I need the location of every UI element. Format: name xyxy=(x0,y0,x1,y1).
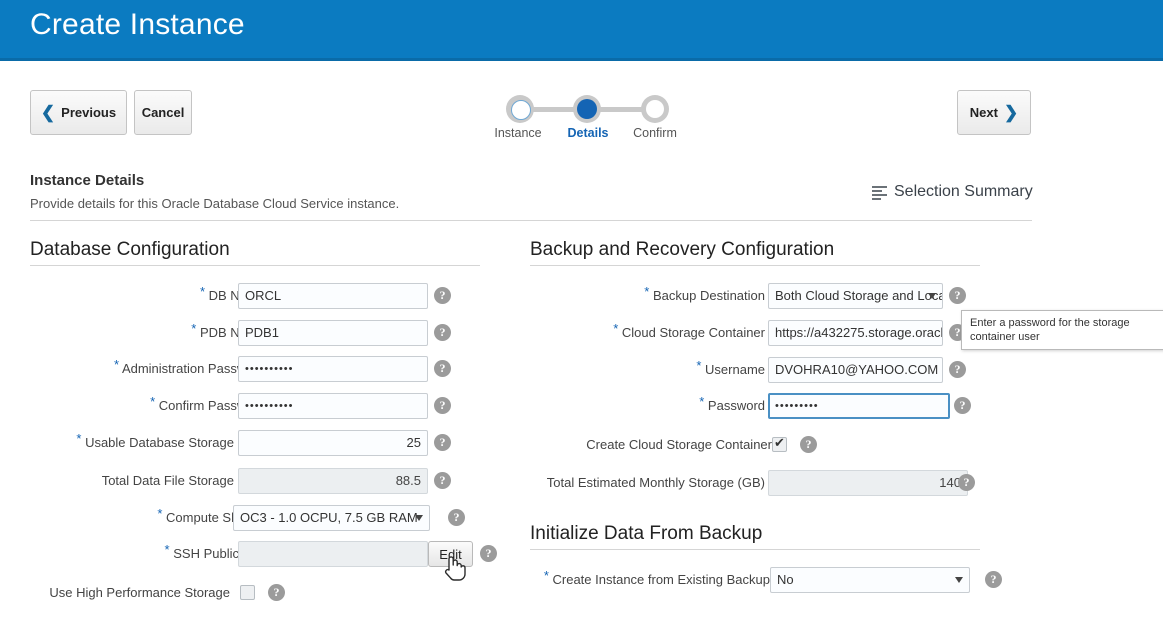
form-row-create-from-backup: * Create Instance from Existing Backup N… xyxy=(530,567,1002,593)
create-cloud-storage-container-label: Create Cloud Storage Container xyxy=(586,437,772,452)
initialize-data-heading: Initialize Data From Backup xyxy=(530,523,763,544)
cloud-storage-container-label: * Cloud Storage Container xyxy=(613,321,765,340)
total-estimated-monthly-storage-label: Total Estimated Monthly Storage (GB) xyxy=(546,475,765,490)
selection-summary-link[interactable]: Selection Summary xyxy=(872,183,1033,201)
form-row-create-cloud-storage-container: Create Cloud Storage Container ? xyxy=(530,432,830,458)
cancel-button-label: Cancel xyxy=(141,105,185,120)
storage-password-label: * Password xyxy=(699,394,765,413)
backup-destination-label: * Backup Destination xyxy=(644,284,765,303)
chevron-right-icon: ❯ xyxy=(1003,103,1019,122)
cloud-storage-container-input[interactable]: https://a432275.storage.oraclecl xyxy=(768,320,943,346)
instance-details-heading: Instance Details xyxy=(30,172,145,189)
storage-password-input[interactable]: ••••••••• xyxy=(768,393,950,419)
chevron-down-icon xyxy=(928,293,936,299)
previous-button[interactable]: ❮ Previous xyxy=(30,90,127,135)
password-tooltip: Enter a password for the storage contain… xyxy=(961,310,1163,350)
form-row-high-performance-storage: Use High Performance Storage ? xyxy=(30,580,290,606)
header-divider xyxy=(30,220,1032,221)
help-icon[interactable]: ? xyxy=(434,287,451,304)
backup-destination-value: Both Cloud Storage and Loca xyxy=(775,288,943,303)
page-title: Create Instance xyxy=(30,8,245,41)
instance-details-subtitle: Provide details for this Oracle Database… xyxy=(30,196,400,211)
backup-configuration-divider xyxy=(530,265,980,266)
help-icon[interactable]: ? xyxy=(480,545,497,562)
wizard-stepper: Instance Details Confirm xyxy=(494,90,685,140)
form-row-usable-storage: * Usable Database Storage (GB) 25 ? xyxy=(30,430,451,456)
database-configuration-heading: Database Configuration xyxy=(30,239,230,260)
usable-storage-input[interactable]: 25 xyxy=(238,430,428,456)
username-input[interactable]: DVOHRA10@YAHOO.COM xyxy=(768,357,943,383)
high-performance-storage-label: Use High Performance Storage xyxy=(49,585,230,600)
help-icon[interactable]: ? xyxy=(434,472,451,489)
confirm-password-input[interactable]: •••••••••• xyxy=(238,393,428,419)
db-name-input[interactable]: ORCL xyxy=(238,283,428,309)
form-row-cloud-storage-container: * Cloud Storage Container https://a43227… xyxy=(530,320,966,346)
chevron-left-icon: ❮ xyxy=(40,103,56,122)
form-row-pdb-name: * PDB Name PDB1 ? xyxy=(30,320,451,346)
summary-list-icon xyxy=(872,185,887,200)
create-cloud-storage-container-checkbox[interactable] xyxy=(772,435,787,452)
help-icon[interactable]: ? xyxy=(800,436,817,453)
chevron-down-icon xyxy=(415,515,423,521)
form-row-storage-password: * Password ••••••••• ? xyxy=(530,393,971,419)
stepper-label-instance[interactable]: Instance xyxy=(490,126,546,140)
total-data-file-storage-value: 88.5 xyxy=(238,468,428,494)
stepper-node-confirm[interactable] xyxy=(641,95,669,123)
help-icon[interactable]: ? xyxy=(268,584,285,601)
compute-shape-select[interactable]: OC3 - 1.0 OCPU, 7.5 GB RAM xyxy=(233,505,430,531)
help-icon[interactable]: ? xyxy=(958,474,975,491)
form-row-ssh-public-key: * SSH Public Key ? xyxy=(30,541,497,567)
form-row-admin-password: * Administration Password •••••••••• ? xyxy=(30,356,451,382)
form-row-confirm-password: * Confirm Password •••••••••• ? xyxy=(30,393,451,419)
help-icon[interactable]: ? xyxy=(448,509,465,526)
total-estimated-monthly-storage-value: 140 xyxy=(768,470,968,496)
form-row-db-name: * DB Name ORCL ? xyxy=(30,283,451,309)
backup-configuration-heading: Backup and Recovery Configuration xyxy=(530,239,835,260)
admin-password-input[interactable]: •••••••••• xyxy=(238,356,428,382)
previous-button-label: Previous xyxy=(61,105,117,120)
database-configuration-divider xyxy=(30,265,480,266)
form-row-compute-shape: * Compute Shape OC3 - 1.0 OCPU, 7.5 GB R… xyxy=(30,505,465,531)
compute-shape-value: OC3 - 1.0 OCPU, 7.5 GB RAM xyxy=(240,510,418,525)
stepper-label-confirm[interactable]: Confirm xyxy=(627,126,683,140)
selection-summary-label: Selection Summary xyxy=(894,183,1033,200)
help-icon[interactable]: ? xyxy=(434,434,451,451)
help-icon[interactable]: ? xyxy=(949,287,966,304)
create-from-backup-label: * Create Instance from Existing Backup xyxy=(543,568,770,587)
create-from-backup-select[interactable]: No xyxy=(770,567,970,593)
help-icon[interactable]: ? xyxy=(949,361,966,378)
help-icon[interactable]: ? xyxy=(434,397,451,414)
cancel-button[interactable]: Cancel xyxy=(134,90,192,135)
stepper-label-details[interactable]: Details xyxy=(560,126,616,140)
high-performance-storage-checkbox[interactable] xyxy=(240,585,255,600)
username-label: * Username xyxy=(696,358,765,377)
next-button[interactable]: Next ❯ xyxy=(957,90,1031,135)
form-row-username: * Username DVOHRA10@YAHOO.COM ? xyxy=(530,357,966,383)
form-row-backup-destination: * Backup Destination Both Cloud Storage … xyxy=(530,283,966,309)
help-icon[interactable]: ? xyxy=(434,324,451,341)
backup-destination-select[interactable]: Both Cloud Storage and Loca xyxy=(768,283,943,309)
pdb-name-input[interactable]: PDB1 xyxy=(238,320,428,346)
form-row-total-data-file-storage: Total Data File Storage (GB) 88.5 ? xyxy=(30,468,451,494)
form-row-total-estimated-monthly-storage: Total Estimated Monthly Storage (GB) 140… xyxy=(530,470,975,496)
help-icon[interactable]: ? xyxy=(985,571,1002,588)
help-icon[interactable]: ? xyxy=(954,397,971,414)
stepper-node-details[interactable] xyxy=(573,95,601,123)
stepper-node-instance[interactable] xyxy=(506,95,534,123)
create-from-backup-value: No xyxy=(777,572,794,587)
help-icon[interactable]: ? xyxy=(434,360,451,377)
ssh-public-key-input[interactable] xyxy=(238,541,428,567)
mouse-cursor-pointer xyxy=(444,556,466,581)
app-header: Create Instance xyxy=(0,0,1163,61)
next-button-label: Next xyxy=(969,105,998,120)
chevron-down-icon xyxy=(955,577,963,583)
initialize-data-divider xyxy=(530,549,980,550)
usable-storage-label: * Usable Database Storage (GB) xyxy=(76,431,265,450)
